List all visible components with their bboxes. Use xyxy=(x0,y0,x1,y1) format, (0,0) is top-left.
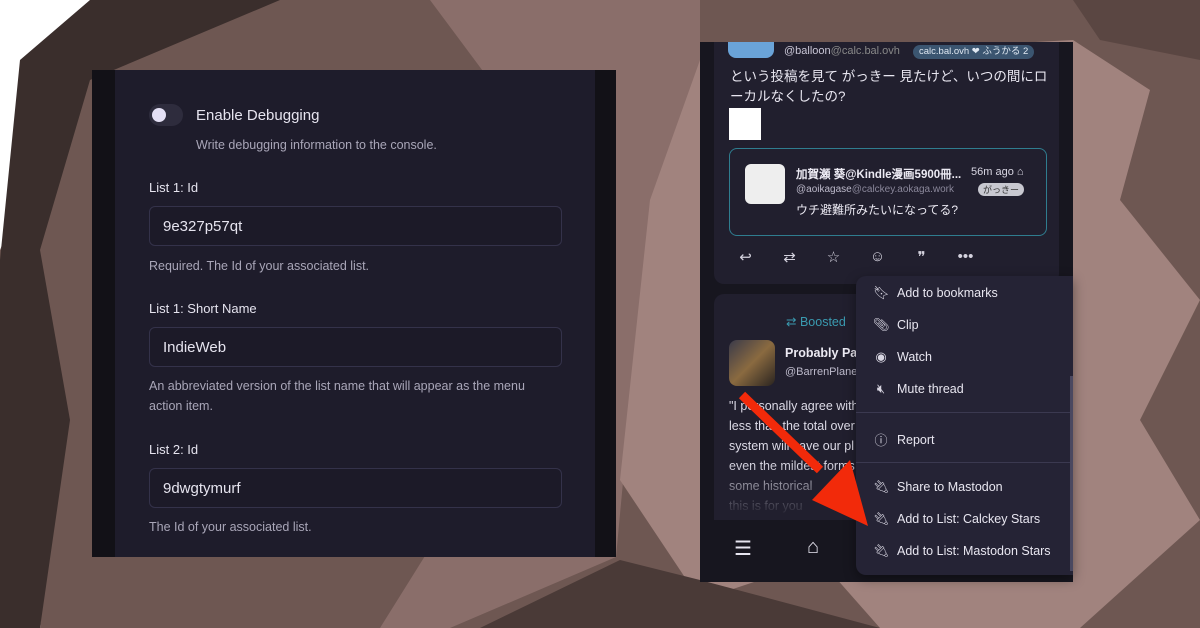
home-icon: ⌂ xyxy=(1016,166,1024,178)
menu-icon[interactable]: ☰ xyxy=(734,536,752,561)
note-context-menu: 🔖︎ Add to bookmarks 📎︎ Clip ◉ Watch 🔇︎ Mute … xyxy=(856,276,1073,575)
star-icon[interactable]: ☆ xyxy=(824,248,843,266)
time-text: 56m ago xyxy=(971,166,1014,178)
field-label: List 1: Id xyxy=(149,180,199,195)
paperclip-icon: 📎︎ xyxy=(873,317,890,332)
note-author-handle[interactable]: @balloon@calc.bal.ovh xyxy=(784,45,900,58)
home-icon[interactable]: ⌂ xyxy=(807,536,819,559)
mute-icon: 🔇︎ xyxy=(876,381,886,396)
text-line: less than the total over xyxy=(729,419,855,433)
menu-item-watch[interactable]: ◉ Watch xyxy=(873,349,932,365)
quote-text: ウチ避難所みたいになってる? xyxy=(796,203,959,217)
reaction-icon[interactable]: ☺ xyxy=(868,248,887,266)
menu-label: Clip xyxy=(897,318,919,332)
divider xyxy=(856,462,1071,463)
quote-icon[interactable]: ❞ xyxy=(912,248,931,266)
host: @calckey.aokaga.work xyxy=(851,184,954,195)
menu-label: Add to List: Mastodon Stars xyxy=(897,544,1051,558)
more-icon[interactable]: ••• xyxy=(956,248,975,266)
menu-item-add-to-bookmarks[interactable]: 🔖︎ Add to bookmarks xyxy=(873,285,998,301)
note-actions: ↩ ⇄ ☆ ☺ ❞ ••• xyxy=(736,248,975,266)
quote-time: 56m ago ⌂ xyxy=(971,166,1024,178)
menu-item-share-to-mastodon[interactable]: 🔌︎ Share to Mastodon xyxy=(873,479,1003,495)
text-line: this is for you xyxy=(729,499,803,513)
settings-content: Enable Debugging Write debugging informa… xyxy=(115,70,595,557)
menu-item-report[interactable]: ⓘ Report xyxy=(873,430,935,449)
instance-badge: calc.bal.ovh ❤ ふうかる 2 xyxy=(913,45,1035,59)
divider xyxy=(856,412,1071,413)
menu-label: Watch xyxy=(897,350,932,364)
plug-icon: 🔌︎ xyxy=(873,479,890,494)
instance-badge: がっきー xyxy=(978,183,1025,196)
list2-id-input[interactable]: 9dwgtymurf xyxy=(149,468,562,508)
avatar[interactable] xyxy=(745,164,785,204)
reply-icon[interactable]: ↩ xyxy=(736,248,755,266)
handle: @balloon xyxy=(784,45,831,57)
avatar[interactable] xyxy=(729,340,775,386)
enable-debugging-toggle[interactable] xyxy=(149,104,183,126)
quote-author-handle: @aoikagase@calckey.aokaga.work xyxy=(796,184,954,195)
menu-label: Report xyxy=(897,432,935,447)
menu-label: Add to bookmarks xyxy=(897,286,998,300)
toggle-label: Enable Debugging xyxy=(196,107,320,124)
note-text: という投稿を見て がっきー 見たけど、いつの間にローカルなくしたの? xyxy=(730,69,1048,104)
menu-item-add-to-list-mastodon-stars[interactable]: 🔌︎ Add to List: Mastodon Stars xyxy=(873,543,1051,559)
menu-label: Mute thread xyxy=(897,382,964,396)
toggle-knob xyxy=(152,108,166,122)
text-line: some historical xyxy=(729,479,813,493)
author-name: Probably Pa xyxy=(785,346,858,360)
text-line: system will save our pl xyxy=(729,439,855,453)
field-help: An abbreviated version of the list name … xyxy=(149,379,525,413)
field-help: Required. The Id of your associated list… xyxy=(149,259,370,273)
boosted-text: Boosted xyxy=(799,315,846,329)
renote-icon: ⇄ xyxy=(786,315,800,329)
menu-label: Add to List: Calckey Stars xyxy=(897,512,1041,526)
renote-icon[interactable]: ⇄ xyxy=(780,248,799,266)
list1-short-name-input[interactable]: IndieWeb xyxy=(149,327,562,367)
field-label: List 2: Id xyxy=(149,442,199,457)
host: @calc.bal.ovh xyxy=(830,45,900,57)
menu-item-clip[interactable]: 📎︎ Clip xyxy=(873,317,919,333)
list1-id-input[interactable]: 9e327p57qt xyxy=(149,206,562,246)
plug-icon: 🔌︎ xyxy=(873,543,890,558)
toggle-description: Write debugging information to the conso… xyxy=(196,138,437,152)
bookmark-icon: 🔖︎ xyxy=(873,285,890,300)
menu-item-mute-thread[interactable]: 🔇︎ Mute thread xyxy=(873,381,964,397)
menu-label: Share to Mastodon xyxy=(897,480,1003,494)
menu-item-add-to-list-calckey-stars[interactable]: 🔌︎ Add to List: Calckey Stars xyxy=(873,511,1040,527)
field-help: The Id of your associated list. xyxy=(149,520,312,534)
plug-icon: 🔌︎ xyxy=(873,511,890,526)
eye-icon: ◉ xyxy=(875,349,887,364)
field-label: List 1: Short Name xyxy=(149,301,257,316)
handle: @aoikagase xyxy=(796,184,852,195)
note-text: "I personally agree with less than the t… xyxy=(729,396,859,516)
text-line: even the mildest forms xyxy=(729,459,855,473)
quote-author-name: 加賀瀬 葵@Kindle漫画5900冊... xyxy=(796,169,962,181)
note-card: @balloon@calc.bal.ovh calc.bal.ovh ❤ ふうか… xyxy=(714,42,1059,284)
alert-icon: ⓘ xyxy=(874,433,888,448)
author-handle: @BarrenPlanet xyxy=(785,366,861,378)
custom-emoji xyxy=(729,108,761,140)
settings-panel: Enable Debugging Write debugging informa… xyxy=(92,70,616,557)
boosted-label: ⇄ Boosted xyxy=(786,314,846,329)
text-line: "I personally agree with xyxy=(729,399,859,413)
avatar[interactable] xyxy=(728,42,774,58)
menu-scrollbar[interactable] xyxy=(1070,376,1073,571)
quoted-note[interactable]: 加賀瀬 葵@Kindle漫画5900冊... 56m ago ⌂ @aoikag… xyxy=(729,148,1047,236)
